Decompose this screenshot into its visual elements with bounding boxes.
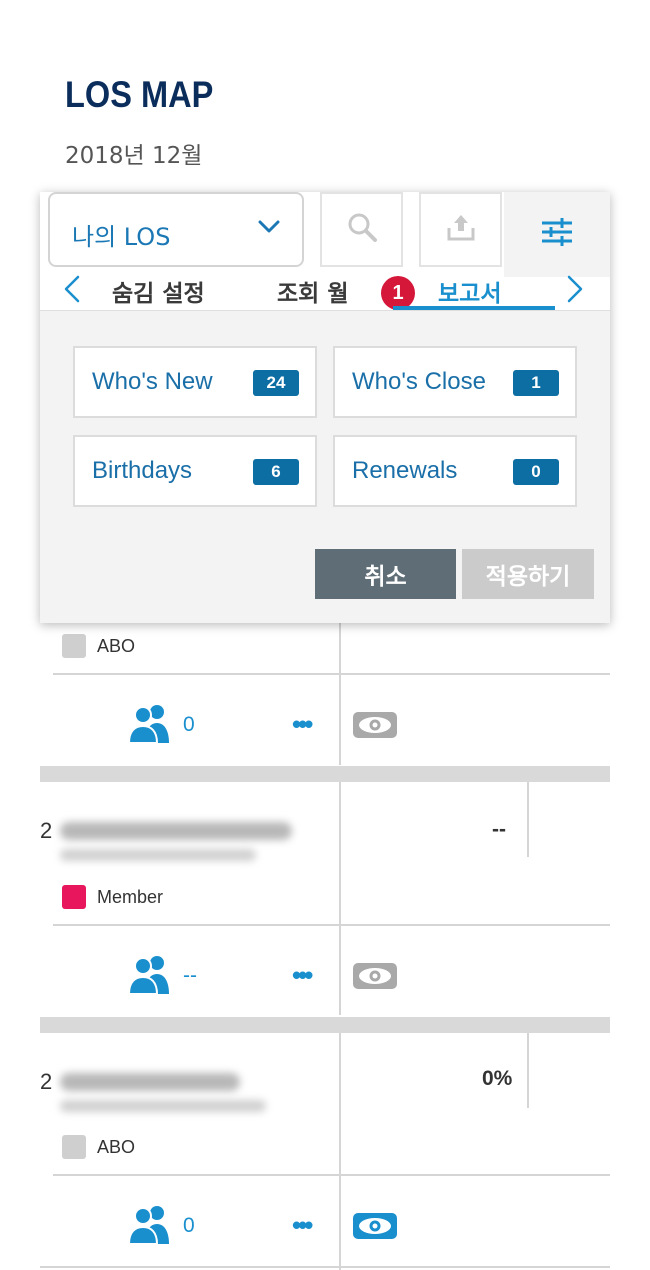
more-options-icon[interactable]: ••• — [292, 962, 313, 988]
downline-count: 0 — [183, 1214, 195, 1237]
report-count-badge: 24 — [253, 370, 299, 396]
row-value: 0% — [482, 1067, 513, 1090]
view-eye-icon[interactable] — [353, 1213, 397, 1239]
report-card-birthdays[interactable]: Birthdays 6 — [73, 435, 317, 507]
row-rank: 2 — [40, 1069, 53, 1094]
row-actions: -- ••• — [0, 926, 340, 1016]
report-count-badge: 1 — [513, 370, 559, 396]
panel-toolbar: 나의 LOS 숨김 설정 조회 월 1 보고서 — [40, 192, 610, 311]
member-type: Member — [62, 885, 163, 909]
sliders-icon — [540, 217, 574, 252]
search-icon — [346, 211, 378, 248]
row-actions: 0 ••• — [0, 1176, 340, 1266]
search-button[interactable] — [320, 192, 403, 267]
view-eye-icon[interactable] — [353, 963, 397, 989]
member-type-label: Member — [97, 886, 164, 907]
blurred-name — [60, 1073, 240, 1091]
page-period: 2018년 12월 — [65, 143, 203, 169]
abo-type-swatch — [62, 1135, 86, 1159]
cancel-button[interactable]: 취소 — [315, 549, 456, 599]
row-divider — [40, 1266, 610, 1268]
member-type-swatch — [62, 885, 86, 909]
report-filter-panel: 나의 LOS 숨김 설정 조회 월 1 보고서 Who's New 24 Who… — [40, 192, 610, 623]
member-type-label: ABO — [97, 635, 136, 656]
row-separator — [40, 1017, 610, 1033]
tab-divider — [40, 310, 610, 311]
report-label: Who's Close — [352, 368, 486, 395]
more-options-icon[interactable]: ••• — [292, 711, 313, 737]
tab-prev-icon[interactable] — [62, 274, 82, 309]
row-value: -- — [492, 818, 506, 841]
report-label: Birthdays — [92, 457, 193, 484]
report-card-whos-close[interactable]: Who's Close 1 — [333, 346, 577, 418]
downline-count: -- — [183, 964, 197, 987]
share-button[interactable] — [419, 192, 502, 267]
tab-hide-settings[interactable]: 숨김 설정 — [112, 274, 205, 308]
apply-button[interactable]: 적용하기 — [462, 549, 594, 599]
row-actions: 0 ••• — [0, 675, 340, 765]
column-divider — [527, 1033, 529, 1108]
member-type: ABO — [62, 1135, 135, 1159]
row-separator — [40, 766, 610, 782]
report-label: Renewals — [352, 457, 458, 484]
downline-group-icon[interactable] — [127, 954, 172, 999]
more-options-icon[interactable]: ••• — [292, 1212, 313, 1238]
row-rank: 2 — [40, 818, 53, 843]
report-label: Who's New — [92, 368, 213, 395]
downline-group-icon[interactable] — [127, 703, 172, 748]
downline-count: 0 — [183, 713, 195, 736]
filter-settings-button[interactable] — [504, 192, 610, 277]
tab-report-badge: 1 — [381, 276, 415, 310]
report-card-renewals[interactable]: Renewals 0 — [333, 435, 577, 507]
tab-next-icon[interactable] — [565, 274, 585, 309]
column-divider — [527, 782, 529, 857]
report-card-whos-new[interactable]: Who's New 24 — [73, 346, 317, 418]
scope-select[interactable]: 나의 LOS — [48, 192, 304, 267]
page-title: LOS MAP — [65, 74, 214, 115]
view-eye-icon[interactable] — [353, 712, 397, 738]
panel-tabs: 숨김 설정 조회 월 1 보고서 — [40, 274, 610, 311]
abo-type-swatch — [62, 634, 86, 658]
tab-report[interactable]: 보고서 — [438, 274, 501, 308]
tab-view-month[interactable]: 조회 월 — [277, 274, 349, 308]
scope-select-value: 나의 LOS — [72, 223, 171, 251]
downline-group-icon[interactable] — [127, 1204, 172, 1249]
blurred-id — [60, 1100, 266, 1112]
share-upload-icon — [446, 212, 476, 247]
blurred-name — [60, 822, 292, 840]
report-count-badge: 6 — [253, 459, 299, 485]
member-type: ABO — [62, 634, 135, 658]
report-count-badge: 0 — [513, 459, 559, 485]
chevron-down-icon — [258, 220, 280, 239]
blurred-id — [60, 849, 256, 861]
member-type-label: ABO — [97, 1136, 136, 1157]
